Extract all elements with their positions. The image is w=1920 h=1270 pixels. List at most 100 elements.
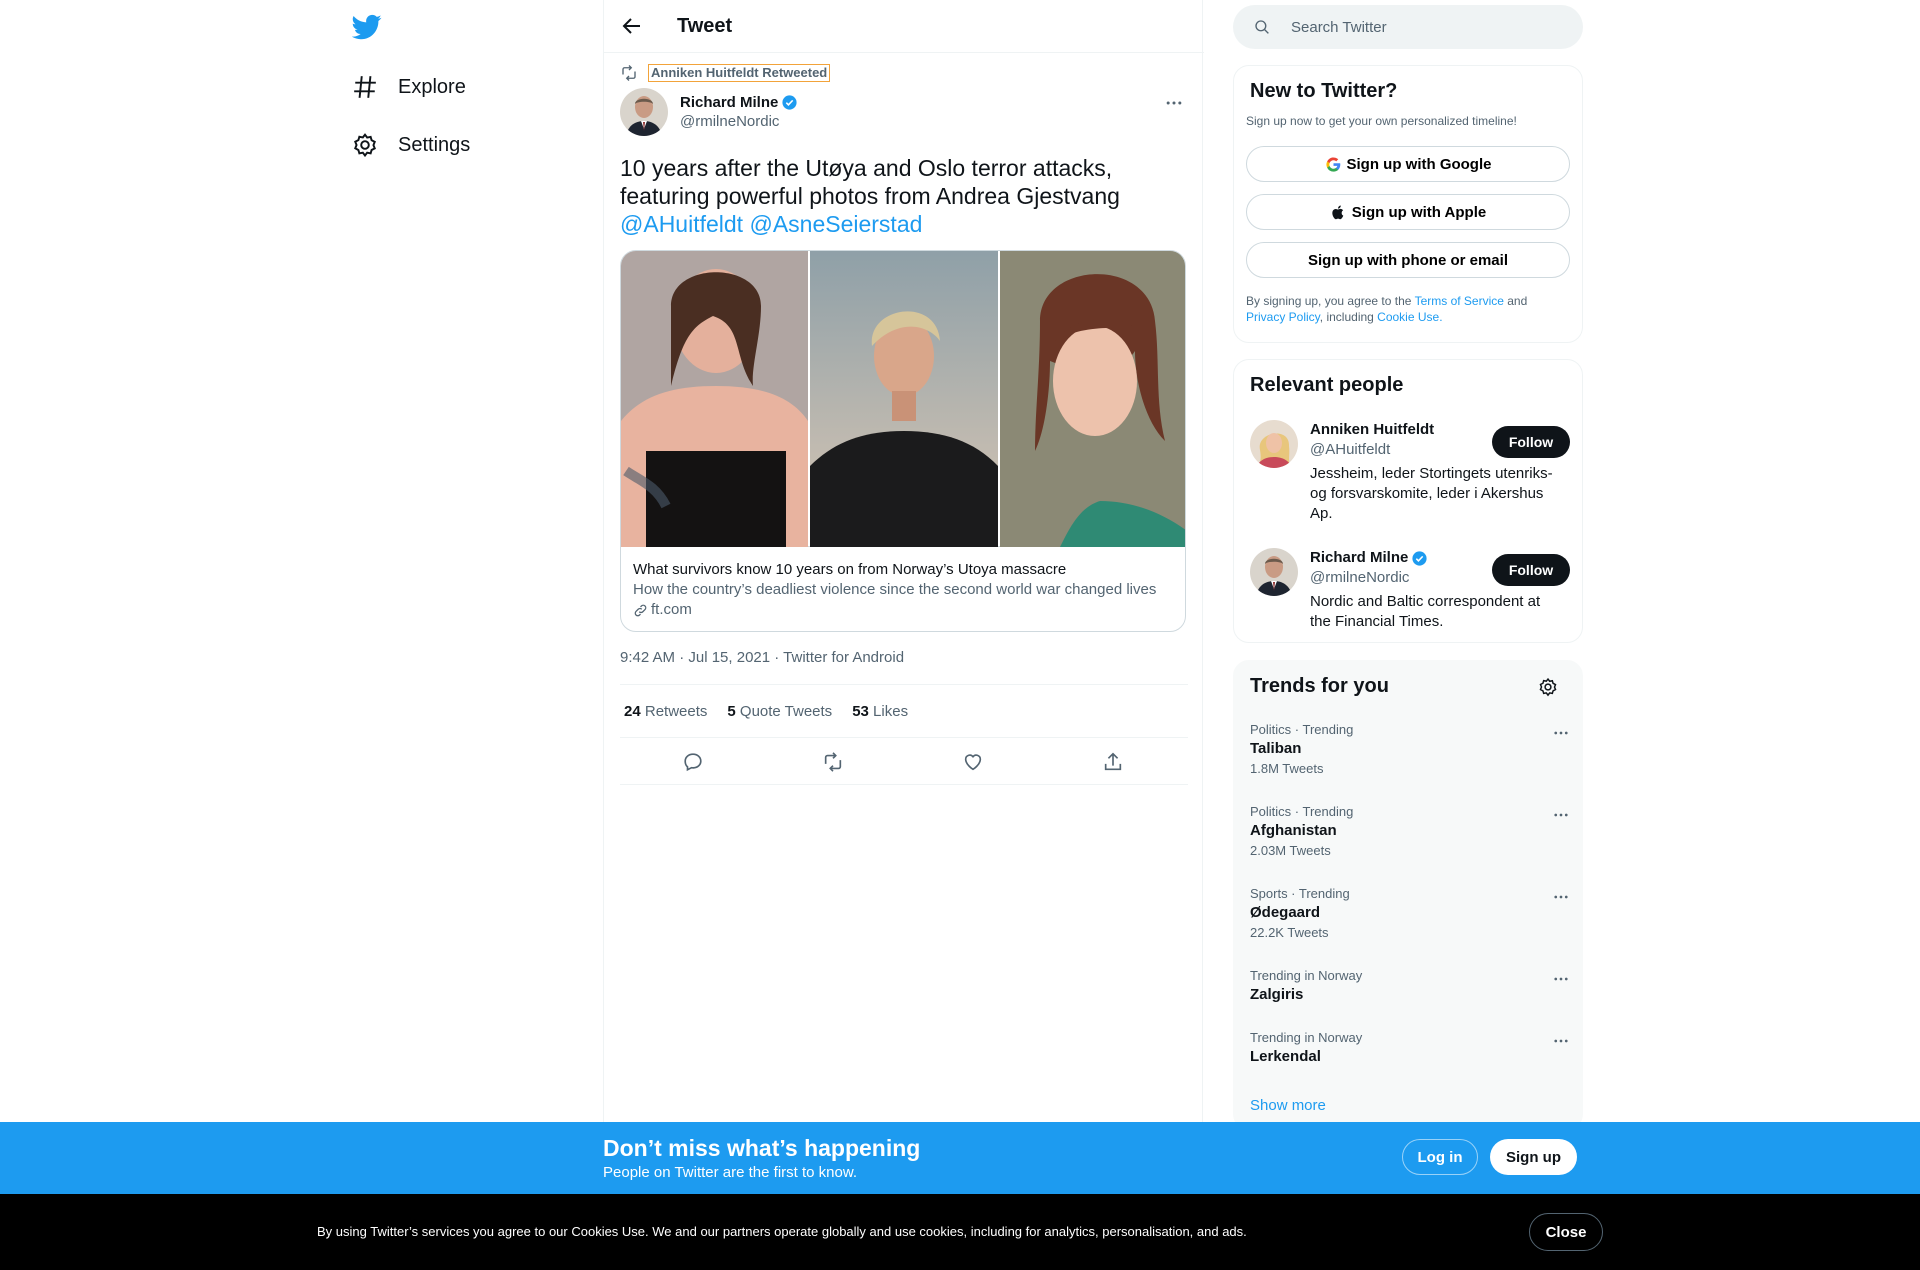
card-image — [621, 251, 1185, 547]
more-options-icon[interactable] — [1552, 888, 1570, 906]
reply-icon[interactable] — [682, 751, 704, 773]
retweet-icon — [622, 65, 636, 81]
show-more-link[interactable]: Show more — [1250, 1097, 1326, 1114]
search-icon — [1255, 20, 1269, 34]
tweet-body: 10 years after the Utøya and Oslo terror… — [620, 155, 1120, 209]
card-domain-text: ft.com — [651, 601, 692, 618]
trend-category: Politics · Trending — [1250, 722, 1354, 737]
gear-icon[interactable] — [1538, 677, 1558, 697]
quote-tweets-stat[interactable]: 5 Quote Tweets — [727, 703, 832, 720]
banner-title: Don’t miss what’s happening — [603, 1135, 921, 1161]
nav-explore[interactable]: Explore — [352, 67, 466, 107]
quotes-label: Quote Tweets — [739, 702, 833, 720]
avatar[interactable] — [1250, 548, 1298, 596]
trend-name: Ødegaard — [1250, 904, 1321, 921]
trend-count: 2.03M Tweets — [1250, 843, 1331, 858]
share-icon[interactable] — [1102, 751, 1124, 773]
banner-subtitle: People on Twitter are the first to know. — [603, 1164, 858, 1181]
retweeted-by-link[interactable]: Anniken Huitfeldt Retweeted — [648, 64, 831, 82]
trend-category: Trending in Norway — [1250, 1030, 1363, 1045]
back-arrow-icon[interactable] — [620, 14, 644, 38]
person-bio: Jessheim, leder Stortingets utenriks- og… — [1310, 465, 1553, 522]
card-body: What survivors know 10 years on from Nor… — [633, 560, 1156, 620]
trend-category: Trending in Norway — [1250, 968, 1363, 983]
apple-icon — [1332, 205, 1344, 219]
retweets-label: Retweets — [644, 702, 708, 720]
author-handle[interactable]: @rmilneNordic — [680, 113, 798, 130]
terms-and: and — [1503, 294, 1528, 308]
cookie-text: By using Twitter’s services you agree to… — [317, 1224, 1247, 1239]
search-bar[interactable] — [1233, 5, 1583, 49]
trend-item[interactable]: Politics · Trending Taliban 1.8M Tweets — [1250, 722, 1570, 778]
trend-item[interactable]: Sports · Trending Ødegaard 22.2K Tweets — [1250, 886, 1570, 942]
nav-settings[interactable]: Settings — [352, 125, 470, 165]
more-options-icon[interactable] — [1552, 724, 1570, 742]
cookie-banner: By using Twitter’s services you agree to… — [0, 1194, 1920, 1270]
terms-prefix: By signing up, you agree to the — [1246, 294, 1415, 308]
main-column: Tweet Anniken Huitfeldt Retweeted Richar… — [603, 0, 1204, 1270]
close-button[interactable]: Close — [1529, 1213, 1603, 1251]
signup-phone-label: Sign up with phone or email — [1307, 251, 1508, 269]
terms-of-service-link[interactable]: Terms of Service — [1415, 294, 1504, 308]
relevant-people-title: Relevant people — [1250, 374, 1404, 396]
trend-item[interactable]: Trending in Norway Zalgiris — [1250, 968, 1570, 1006]
person-name-text: Richard Milne — [1310, 549, 1409, 566]
link-preview-card[interactable]: What survivors know 10 years on from Nor… — [620, 250, 1186, 632]
nav-settings-label: Settings — [398, 133, 471, 156]
card-description: How the country’s deadliest violence sin… — [633, 581, 1157, 598]
terms-including: , including — [1319, 310, 1378, 324]
like-heart-icon[interactable] — [962, 751, 984, 773]
tweet-text: 10 years after the Utøya and Oslo terror… — [620, 154, 1180, 238]
search-input[interactable] — [1291, 18, 1551, 36]
cookie-use-link[interactable]: Cookie Use. — [1377, 310, 1442, 324]
more-options-icon[interactable] — [1552, 970, 1570, 988]
more-options-icon[interactable] — [1552, 806, 1570, 824]
follow-button[interactable]: Follow — [1492, 426, 1570, 458]
person-handle: @AHuitfeldt — [1310, 441, 1391, 458]
trends-panel: Trends for you Politics · Trending Talib… — [1233, 660, 1583, 1130]
signup-button[interactable]: Sign up — [1490, 1139, 1577, 1175]
signup-banner: Don’t miss what’s happening People on Tw… — [0, 1122, 1920, 1194]
trend-name: Lerkendal — [1250, 1048, 1321, 1065]
tweet-timestamp[interactable]: 9:42 AM · Jul 15, 2021 · Twitter for And… — [620, 649, 904, 666]
privacy-policy-link[interactable]: Privacy Policy — [1246, 310, 1320, 324]
person-name: Anniken Huitfeldt — [1310, 421, 1435, 438]
avatar[interactable] — [1250, 420, 1298, 468]
page-title: Tweet — [677, 15, 733, 37]
verified-badge-icon — [782, 95, 797, 110]
author-name[interactable]: Richard Milne — [680, 94, 798, 111]
more-options-icon[interactable] — [1164, 93, 1184, 113]
trend-item[interactable]: Politics · Trending Afghanistan 2.03M Tw… — [1250, 804, 1570, 860]
card-photo-right — [1000, 251, 1185, 547]
follow-button[interactable]: Follow — [1492, 554, 1570, 586]
signup-google-label: Sign up with Google — [1346, 155, 1492, 173]
retweets-stat[interactable]: 24 Retweets — [624, 703, 707, 720]
signup-title: New to Twitter? — [1250, 80, 1398, 102]
signup-apple-label: Sign up with Apple — [1351, 203, 1487, 221]
nav-explore-label: Explore — [398, 75, 466, 98]
login-button[interactable]: Log in — [1402, 1139, 1478, 1175]
tweet-author: Richard Milne @rmilneNordic — [620, 88, 798, 136]
person-handle: @rmilneNordic — [1310, 569, 1410, 586]
mention-link[interactable]: @AHuitfeldt — [620, 211, 743, 237]
trend-item[interactable]: Trending in Norway Lerkendal — [1250, 1030, 1570, 1068]
trend-name: Zalgiris — [1250, 986, 1304, 1003]
trend-category: Politics · Trending — [1250, 804, 1354, 819]
avatar[interactable] — [620, 88, 668, 136]
retweet-icon[interactable] — [822, 751, 844, 773]
card-domain: ft.com — [633, 600, 1156, 620]
hashtag-icon — [354, 76, 376, 98]
twitter-logo-icon[interactable] — [352, 12, 382, 42]
trend-count: 1.8M Tweets — [1250, 761, 1324, 776]
card-photo-center — [810, 251, 998, 547]
signup-apple-button[interactable]: Sign up with Apple — [1246, 194, 1570, 230]
mention-link[interactable]: @AsneSeierstad — [749, 211, 922, 237]
trend-name: Taliban — [1250, 740, 1302, 757]
signup-google-button[interactable]: Sign up with Google — [1246, 146, 1570, 182]
likes-stat[interactable]: 53 Likes — [852, 703, 908, 720]
more-options-icon[interactable] — [1552, 1032, 1570, 1050]
card-title: What survivors know 10 years on from Nor… — [633, 561, 1067, 578]
tweet-stats: 24 Retweets 5 Quote Tweets 53 Likes — [620, 684, 1188, 738]
signup-phone-email-button[interactable]: Sign up with phone or email — [1246, 242, 1570, 278]
trend-category: Sports · Trending — [1250, 886, 1350, 901]
